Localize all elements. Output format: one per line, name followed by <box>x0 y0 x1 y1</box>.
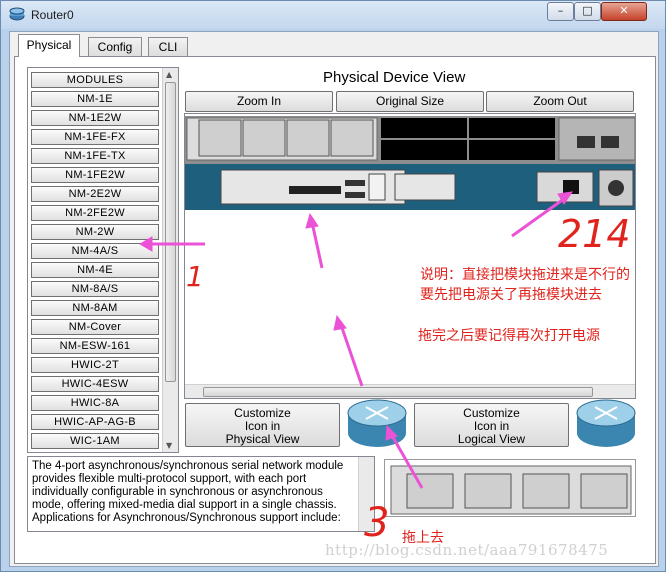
module-item[interactable]: NM-4A/S <box>31 243 159 259</box>
router-logical-icon[interactable] <box>575 395 637 451</box>
module-item[interactable]: MODULES <box>31 72 159 88</box>
module-item[interactable]: WIC-1AM <box>31 433 159 449</box>
annotation-note: 说明：直接把模块拖进来是不行的 要先把电源关了再拖模块进去 <box>420 265 666 305</box>
annotation-number-1: 1 <box>186 260 204 293</box>
customize-physical-view-button[interactable]: Customize Icon in Physical View <box>185 403 340 447</box>
tab-physical[interactable]: Physical <box>18 34 80 57</box>
router-physical-icon[interactable] <box>346 395 408 451</box>
original-size-button[interactable]: Original Size <box>336 91 484 112</box>
customize-logical-line-3: Logical View <box>457 432 526 446</box>
module-preview-image[interactable] <box>384 459 636 517</box>
scroll-down-icon[interactable]: ▼ <box>166 441 172 450</box>
module-item[interactable]: HWIC-2T <box>31 357 159 373</box>
annotation-number-3: 3 <box>364 500 390 546</box>
tab-config[interactable]: Config <box>88 37 142 57</box>
module-item[interactable]: WIC-1ENET <box>31 452 159 453</box>
customize-physical-line-3: Physical View <box>225 432 300 446</box>
physical-tab-panel: ▲ ▼ MODULES NM-1E NM-1E2W NM-1FE-FX NM-1FE-T… <box>14 56 656 564</box>
module-item[interactable]: NM-2W <box>31 224 159 240</box>
annotation-note-line-3: 拖完之后要记得再次打开电源 <box>418 328 600 344</box>
module-item[interactable]: HWIC-AP-AG-B <box>31 414 159 430</box>
minimize-button[interactable]: – <box>547 2 574 21</box>
router-app-icon <box>9 7 25 21</box>
scroll-up-icon[interactable]: ▲ <box>166 70 172 79</box>
module-item[interactable]: NM-8AM <box>31 300 159 316</box>
view-horizontal-scrollbar[interactable] <box>185 384 635 398</box>
module-item[interactable]: NM-Cover <box>31 319 159 335</box>
zoom-in-button[interactable]: Zoom In <box>185 91 333 112</box>
annotation-note-line-1: 说明：直接把模块拖进来是不行的 <box>420 267 630 283</box>
module-list[interactable]: ▲ ▼ MODULES NM-1E NM-1E2W NM-1FE-FX NM-1FE-T… <box>27 67 179 453</box>
module-description: The 4-port asynchronous/synchronous seri… <box>32 460 344 524</box>
title-bar[interactable]: Router0 – □ ✕ <box>1 1 665 29</box>
module-item[interactable]: NM-4E <box>31 262 159 278</box>
module-list-scrollbar[interactable]: ▲ ▼ <box>162 68 178 452</box>
nm-4as-module-image <box>390 465 632 515</box>
window-title: Router0 <box>31 8 74 22</box>
annotation-number-214: 214 <box>558 212 631 256</box>
module-item[interactable]: NM-1FE-FX <box>31 129 159 145</box>
module-item[interactable]: HWIC-4ESW <box>31 376 159 392</box>
module-description-box[interactable]: The 4-port asynchronous/synchronous seri… <box>27 456 375 532</box>
module-item[interactable]: NM-1E <box>31 91 159 107</box>
module-item[interactable]: NM-ESW-161 <box>31 338 159 354</box>
close-button[interactable]: ✕ <box>601 2 647 21</box>
device-view-area[interactable] <box>184 113 636 399</box>
maximize-button[interactable]: □ <box>574 2 601 21</box>
tab-cli[interactable]: CLI <box>148 37 188 57</box>
watermark-url: http://blog.csdn.net/aaa791678475 <box>325 541 609 559</box>
module-list-scroll-thumb[interactable] <box>165 82 176 382</box>
module-item[interactable]: NM-2E2W <box>31 186 159 202</box>
customize-logical-view-button[interactable]: Customize Icon in Logical View <box>414 403 569 447</box>
annotation-note-line-2: 要先把电源关了再拖模块进去 <box>420 287 602 303</box>
module-item[interactable]: NM-1E2W <box>31 110 159 126</box>
physical-device-view-title: Physical Device View <box>323 69 466 86</box>
module-item[interactable]: HWIC-8A <box>31 395 159 411</box>
module-item[interactable]: NM-1FE-TX <box>31 148 159 164</box>
module-item[interactable]: NM-2FE2W <box>31 205 159 221</box>
module-item[interactable]: NM-1FE2W <box>31 167 159 183</box>
zoom-out-button[interactable]: Zoom Out <box>486 91 634 112</box>
module-item[interactable]: NM-8A/S <box>31 281 159 297</box>
